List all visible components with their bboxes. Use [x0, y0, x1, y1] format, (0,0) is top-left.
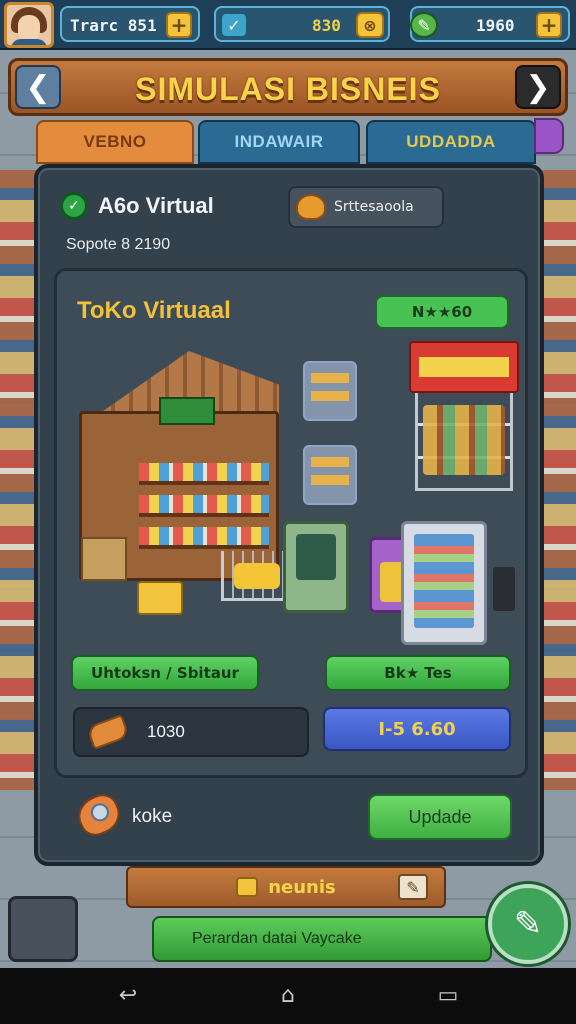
- cash-shop-icon[interactable]: ⊗: [356, 12, 384, 38]
- cash-value: 830: [312, 16, 341, 35]
- store-name: A6o Virtual: [98, 193, 214, 218]
- forward-button[interactable]: ❯: [515, 65, 561, 109]
- display-shelf-image: [303, 445, 357, 505]
- tab-extra[interactable]: [534, 118, 564, 154]
- vending-machine-image: [283, 521, 349, 613]
- player-name-pill: Trarc 851 +: [60, 6, 200, 42]
- add-gems-button[interactable]: +: [536, 12, 562, 38]
- stat-box: 1030: [73, 707, 309, 757]
- system-back-icon[interactable]: ↩: [108, 982, 148, 1010]
- player-avatar[interactable]: [4, 2, 54, 48]
- menu-bar-label: neunis: [268, 876, 336, 898]
- pencil-icon: ✎: [513, 904, 543, 944]
- gems-value: 1960: [476, 16, 515, 35]
- unlock-button[interactable]: Uhtoksn / Sbitaur: [71, 655, 259, 691]
- test-button[interactable]: Bk★ Tes: [325, 655, 511, 691]
- store-tag-pill[interactable]: Srttesaoola: [288, 186, 444, 228]
- basket-image: [137, 581, 183, 615]
- rating-button[interactable]: N★★60: [375, 295, 509, 329]
- store-card: ToKo Virtuaal N★★60 Uhtoksn / Sbitaur Bk…: [54, 268, 528, 778]
- tab-indawair[interactable]: INDAWAIR: [198, 120, 360, 164]
- edit-icon[interactable]: ✎: [398, 874, 428, 900]
- store-tag: Srttesaoola: [334, 199, 414, 215]
- gems-pill: ✎ 1960 +: [410, 6, 570, 42]
- business-panel: ✓ A6o Virtual Srttesaoola Sopote 8 2190 …: [34, 164, 544, 866]
- cash-pill: ✓ 830 ⊗: [214, 6, 390, 42]
- display-shelf-image: [303, 361, 357, 421]
- system-navigation-bar: ↩ ⌂ ▭: [0, 968, 576, 1024]
- floor-machine-image: [8, 896, 78, 962]
- fridge-image: [401, 521, 487, 645]
- bottom-action-button[interactable]: Perardan datai Vaycake: [152, 916, 492, 962]
- add-player-button[interactable]: +: [166, 12, 192, 38]
- shopping-cart-image: [221, 551, 291, 601]
- market-stand-image: [409, 341, 519, 491]
- update-button[interactable]: Updade: [368, 794, 512, 840]
- system-recents-icon[interactable]: ▭: [428, 982, 468, 1010]
- footer-label: koke: [132, 806, 173, 827]
- store-illustration: [71, 341, 519, 645]
- tool-icon: [86, 714, 130, 750]
- store-date: Sopote 8 2190: [66, 236, 171, 253]
- top-hud: Trarc 851 + ✓ 830 ⊗ ✎ 1960 +: [0, 0, 576, 50]
- stat-value: 1030: [147, 722, 185, 741]
- store-card-title: ToKo Virtuaal: [77, 297, 231, 324]
- player-name: Trarc 851: [70, 16, 157, 35]
- title-banner: ❮ SIMULASI BISNEIS ❯: [8, 58, 568, 116]
- store-name-row: ✓ A6o Virtual: [60, 186, 260, 226]
- edit-fab-button[interactable]: ✎: [488, 884, 568, 964]
- page-title: SIMULASI BISNEIS: [135, 71, 441, 107]
- gem-icon: ✎: [410, 12, 438, 38]
- cash-icon: ✓: [220, 12, 248, 38]
- status-check-icon: ✓: [60, 192, 88, 220]
- tab-vebno[interactable]: VEBNO: [36, 120, 194, 164]
- eye-badge-icon: [71, 788, 127, 842]
- tab-uddadda[interactable]: UDDADDA: [366, 120, 536, 164]
- system-home-icon[interactable]: ⌂: [268, 982, 308, 1010]
- menu-icon: [236, 877, 259, 897]
- price-button[interactable]: I-5 6.60: [323, 707, 511, 751]
- menu-bar[interactable]: neunis ✎: [126, 866, 446, 908]
- heart-icon: [296, 194, 326, 220]
